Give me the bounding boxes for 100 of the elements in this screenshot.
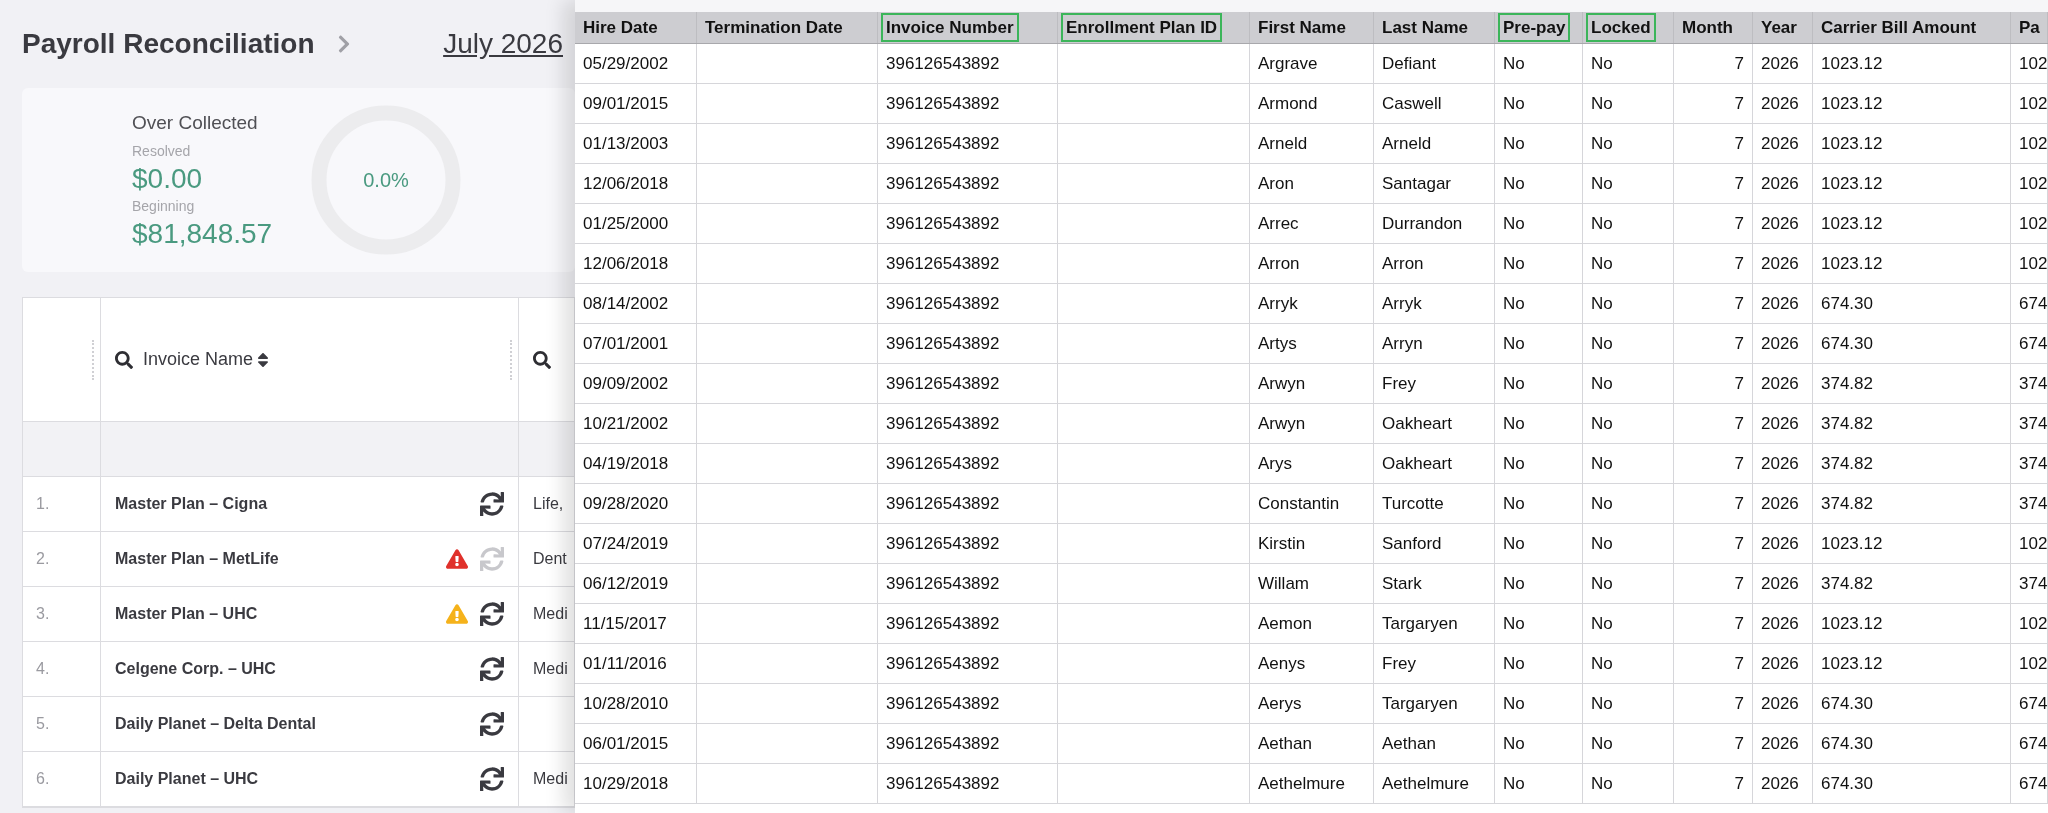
table-cell-text: 08/14/2002 [583,292,669,315]
table-cell-text: 12/06/2018 [583,252,669,275]
table-cell-text: 374 [2019,372,2047,395]
table-cell-text: No [1591,252,1613,275]
plan-type: Medi [533,659,568,679]
table-cell-text: 7 [1734,372,1744,395]
table-cell-text: Targaryen [1382,612,1458,635]
table-cell-text: 2026 [1761,132,1799,155]
table-cell-text: 102 [2019,172,2047,195]
table-cell-text: 396126543892 [886,652,1000,675]
invoice-name[interactable]: Master Plan – UHC [115,602,258,626]
table-cell-text: 06/12/2019 [583,572,669,595]
invoice-name[interactable]: Daily Planet – UHC [115,767,259,791]
table-cell-text: 1023.12 [1821,212,1883,235]
table-cell-text: No [1503,92,1525,115]
table-cell-text: Aron [1258,172,1294,195]
table-cell-text: 374 [2019,452,2047,475]
table-cell-text: No [1591,172,1613,195]
table-cell-text: 2026 [1761,492,1799,515]
table-cell-text: 7 [1734,172,1744,195]
sync-icon[interactable] [480,657,504,681]
table-cell-text: 396126543892 [886,332,1000,355]
table-cell-text: 01/11/2016 [583,652,667,675]
table-cell-text: Aethan [1258,732,1312,755]
table-cell-text: Aethan [1382,732,1436,755]
table-cell-text: 1023.12 [1821,132,1883,155]
table-cell-text: 2026 [1761,692,1799,715]
search-icon[interactable] [533,350,551,369]
column-header[interactable]: Locked [1586,12,1656,43]
table-cell-text: No [1591,52,1613,75]
table-cell-text: No [1503,692,1525,715]
column-header[interactable]: Termination Date [700,12,848,43]
resize-handle-icon[interactable] [510,339,512,380]
table-cell-text: 2026 [1761,52,1799,75]
table-cell-text: No [1503,732,1525,755]
table-cell-text: 396126543892 [886,772,1000,795]
table-cell-text: Turcotte [1382,492,1444,515]
table-cell-text: No [1503,532,1525,555]
column-header[interactable]: Pre-pay [1498,12,1571,43]
table-cell-text: No [1503,772,1525,795]
table-cell-text: Arron [1258,252,1300,275]
table-cell-text: 12/06/2018 [583,172,669,195]
column-header[interactable]: First Name [1253,12,1351,43]
period-link[interactable]: July 2026 [443,23,563,65]
table-cell-text: 05/29/2002 [583,52,669,75]
column-header[interactable]: Year [1756,12,1802,43]
column-header[interactable]: Invoice Number [881,12,1019,43]
table-cell-text: 374.82 [1821,572,1873,595]
table-cell-text: 374.82 [1821,452,1873,475]
sort-icon[interactable] [257,350,270,369]
sync-icon[interactable] [480,492,504,516]
table-cell-text: 2026 [1761,292,1799,315]
table-cell-text: 396126543892 [886,172,1000,195]
invoice-name[interactable]: Celgene Corp. – UHC [115,657,276,681]
sync-icon[interactable] [480,767,504,791]
column-header[interactable]: Carrier Bill Amount [1816,12,1982,43]
table-cell-text: 1023.12 [1821,612,1883,635]
table-cell-text: Oakheart [1382,452,1452,475]
table-cell-text: 2026 [1761,612,1799,635]
table-cell-text: 396126543892 [886,132,1000,155]
invoice-name[interactable]: Master Plan – Cigna [115,492,268,516]
table-cell-text: 674 [2019,772,2047,795]
table-cell-text: Sanford [1382,532,1442,555]
row-number: 1. [36,494,50,514]
table-cell-text: No [1591,772,1613,795]
table-cell-text: 1023.12 [1821,252,1883,275]
table-cell-text: Arys [1258,452,1292,475]
column-header[interactable]: Invoice Name [143,346,254,373]
column-header[interactable]: Enrollment Plan ID [1061,12,1223,43]
column-header[interactable]: Last Name [1377,12,1473,43]
table-cell-text: 102 [2019,252,2047,275]
table-cell-text: Oakheart [1382,412,1452,435]
table-cell-text: 102 [2019,532,2047,555]
table-cell-text: 7 [1734,332,1744,355]
table-cell-text: 7 [1734,732,1744,755]
table-cell-text: No [1503,132,1525,155]
invoice-name[interactable]: Master Plan – MetLife [115,547,279,571]
table-cell-text: 674.30 [1821,292,1873,315]
plan-type: Dent [533,549,567,569]
table-cell-text: No [1503,52,1525,75]
table-cell-text: 2026 [1761,92,1799,115]
column-header[interactable]: Pa [2014,12,2045,43]
table-cell-text: Arneld [1382,132,1432,155]
table-cell-text: Aenys [1258,652,1306,675]
resize-handle-icon[interactable] [92,339,94,380]
table-cell-text: No [1503,212,1525,235]
table-cell-text: 396126543892 [886,452,1000,475]
invoice-name[interactable]: Daily Planet – Delta Dental [115,712,316,736]
sync-icon[interactable] [480,712,504,736]
table-cell-text: 396126543892 [886,52,1000,75]
table-cell-text: 396126543892 [886,732,1000,755]
table-cell-text: 674 [2019,292,2047,315]
search-icon[interactable] [115,350,133,369]
column-header[interactable]: Hire Date [578,12,663,43]
sync-icon[interactable] [480,602,504,626]
column-header[interactable]: Month [1677,12,1738,43]
percent-value: 0.0% [363,168,409,193]
table-cell-text: No [1591,412,1613,435]
table-cell-text: 07/01/2001 [583,332,669,355]
table-cell-text: 7 [1734,492,1744,515]
